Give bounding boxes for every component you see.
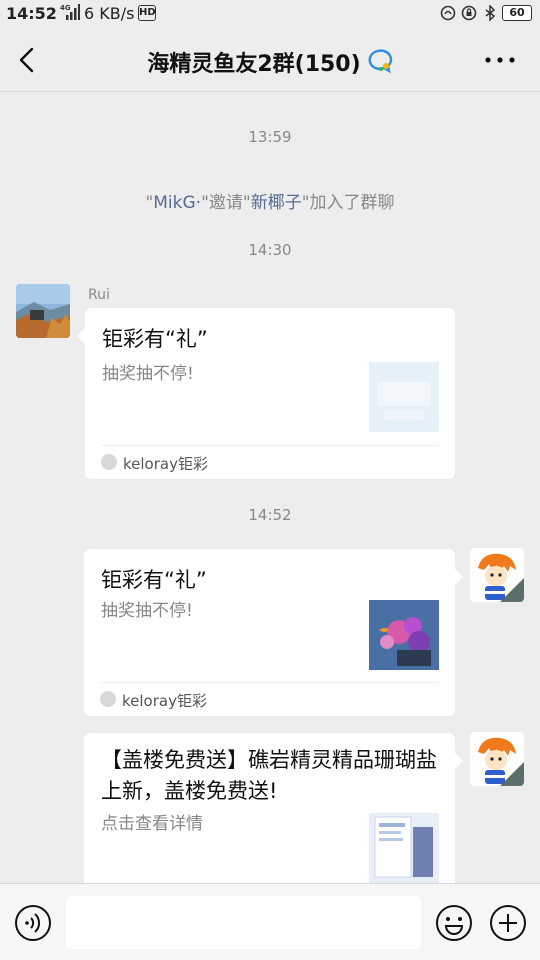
- more-options-icon[interactable]: [480, 48, 520, 72]
- card-source: keloray钜彩: [122, 692, 207, 710]
- bubble-arrow: [455, 753, 463, 769]
- link-card-message[interactable]: 钜彩有“礼” 抽奖抽不停! keloray钜彩: [77, 308, 455, 479]
- voice-input-icon[interactable]: [14, 904, 52, 942]
- avatar-landscape-image: [16, 284, 70, 338]
- card-footer: keloray钜彩: [100, 682, 439, 716]
- avatar-cartoon-image: [470, 732, 524, 786]
- chat-message-list[interactable]: 13:59 "MikG·"邀请"新椰子"加入了群聊 14:30 Rui 钜彩有“…: [0, 93, 540, 883]
- avatar-cartoon-image: [470, 548, 524, 602]
- signal-icon: 4G: [60, 4, 80, 20]
- emoji-icon[interactable]: [435, 904, 473, 942]
- chat-header: 海精灵鱼友2群(150): [0, 28, 540, 92]
- card-thumbnail: [369, 813, 439, 883]
- card-title: 钜彩有“礼”: [101, 568, 207, 592]
- bubble-arrow: [455, 569, 463, 585]
- mini-program-icon: [101, 454, 117, 470]
- link-card-message[interactable]: 钜彩有“礼” 抽奖抽不停! keloray钜彩: [84, 549, 463, 716]
- status-bar: 14:52 4G 6 KB/s HD 60: [0, 0, 540, 28]
- bluetooth-icon: [485, 5, 496, 21]
- alarm-icon: [440, 5, 456, 21]
- card-thumbnail: [369, 362, 439, 432]
- network-label: 4G: [60, 4, 71, 12]
- invitee-link[interactable]: 新椰子: [251, 193, 302, 213]
- chat-title: 海精灵鱼友2群(150): [147, 52, 361, 77]
- timestamp: 13:59: [248, 128, 292, 146]
- card-title: 钜彩有“礼”: [102, 327, 208, 351]
- mini-program-icon: [100, 691, 116, 707]
- avatar-self[interactable]: [470, 548, 524, 602]
- status-time: 14:52: [6, 4, 57, 23]
- chat-title-container: 海精灵鱼友2群(150): [0, 46, 540, 78]
- card-footer: keloray钜彩: [101, 445, 439, 479]
- system-message-middle: "邀请": [201, 193, 251, 213]
- card-title: 【盖楼免费送】礁岩精灵精品珊瑚盐上新，盖楼免费送!: [101, 748, 437, 803]
- card-description: 抽奖抽不停!: [102, 364, 194, 384]
- card-source: keloray钜彩: [123, 455, 208, 473]
- message-text-input[interactable]: [66, 896, 421, 949]
- sender-name: Rui: [88, 287, 110, 303]
- link-card-message[interactable]: 【盖楼免费送】礁岩精灵精品珊瑚盐上新，盖楼免费送! 点击查看详情: [84, 733, 463, 883]
- avatar-self[interactable]: [470, 732, 524, 786]
- inviter-link[interactable]: MikG·: [153, 193, 201, 213]
- hd-badge: HD: [138, 5, 156, 21]
- avatar-rui[interactable]: [16, 284, 70, 338]
- card-thumbnail: [369, 600, 439, 670]
- network-speed: 6 KB/s: [84, 4, 135, 23]
- timestamp: 14:52: [248, 506, 292, 524]
- system-message: "MikG·"邀请"新椰子"加入了群聊: [0, 188, 540, 213]
- lock-icon: [461, 5, 477, 21]
- enterprise-chat-icon: [368, 49, 392, 74]
- bubble-arrow: [77, 328, 85, 344]
- message-input-bar: [0, 883, 540, 960]
- more-functions-plus-icon[interactable]: [489, 904, 527, 942]
- card-description: 抽奖抽不停!: [101, 601, 193, 621]
- battery-indicator: 60: [502, 5, 532, 21]
- system-message-tail: "加入了群聊: [301, 193, 395, 213]
- card-description: 点击查看详情: [101, 814, 203, 834]
- timestamp: 14:30: [248, 241, 292, 259]
